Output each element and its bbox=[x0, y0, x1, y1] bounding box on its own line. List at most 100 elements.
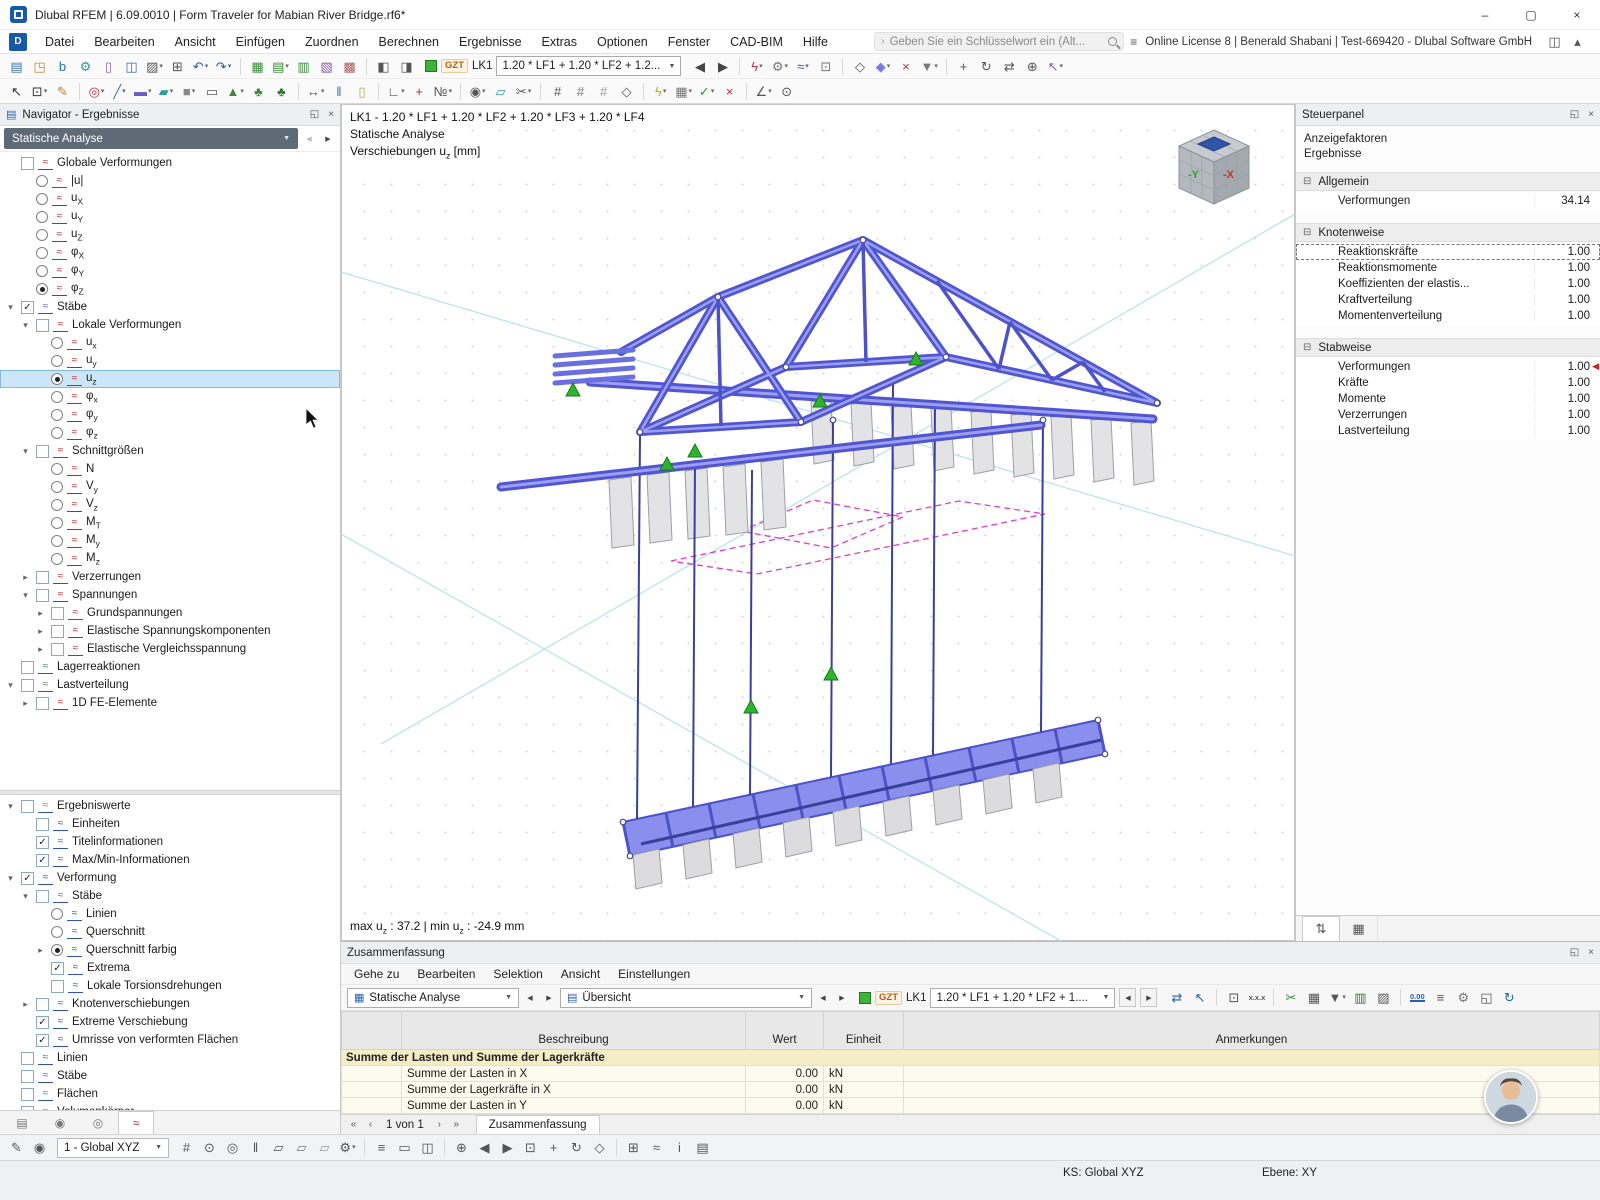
menu-fenster[interactable]: Fenster bbox=[659, 30, 719, 54]
cube-face-label-x[interactable]: -X bbox=[1223, 169, 1235, 181]
menu-zuordnen[interactable]: Zuordnen bbox=[296, 30, 368, 54]
tree-item-grundspannungen[interactable]: ▸ ≈ Grundspannungen bbox=[0, 604, 340, 622]
measure-icon[interactable]: ∠ ▾ bbox=[753, 81, 774, 102]
tree-item-stäbe[interactable]: ▾ ✓ ≈ Stäbe bbox=[0, 298, 340, 316]
search-icon[interactable] bbox=[1108, 37, 1118, 46]
chevron-down-icon[interactable]: ▾ bbox=[4, 801, 17, 812]
summary-table[interactable]: Beschreibung Wert Einheit Anmerkungen Summe… bbox=[341, 1011, 1600, 1114]
calculation-settings-icon[interactable]: ⚙ ▾ bbox=[769, 56, 790, 77]
dxf-underlay-icon[interactable]: ▭ bbox=[394, 1137, 415, 1158]
center-view-icon[interactable]: ⊕ bbox=[451, 1137, 472, 1158]
highlight-in-graphic-icon[interactable]: ↖ bbox=[1189, 987, 1210, 1008]
tree-item-u-y[interactable]: ≈ uY bbox=[0, 208, 340, 226]
maximize-button[interactable]: ▢ bbox=[1508, 0, 1554, 30]
checkbox[interactable] bbox=[51, 979, 64, 993]
zoom-window-icon[interactable]: ⊡ bbox=[520, 1137, 541, 1158]
snap-toggle-icon[interactable]: ⊙ bbox=[199, 1137, 220, 1158]
first-page-button[interactable]: « bbox=[346, 1119, 361, 1130]
float-panel-icon[interactable]: ◱ bbox=[1570, 109, 1579, 120]
generate-structure-icon[interactable]: ♣ bbox=[248, 81, 269, 102]
select-rectangle-icon[interactable]: ⊡ ▾ bbox=[29, 81, 50, 102]
tree-item-stäbe[interactable]: ≈ Stäbe bbox=[0, 1067, 340, 1085]
work-plane-yz-icon[interactable]: ▱ bbox=[314, 1137, 335, 1158]
factor-row-verzerrungen[interactable]: Verzerrungen 1.00 bbox=[1296, 407, 1600, 423]
next-view-button[interactable]: ▶ bbox=[834, 988, 850, 1008]
checkbox[interactable] bbox=[21, 660, 34, 674]
previous-analysis-button[interactable]: ◀ bbox=[301, 129, 317, 149]
menu-hilfe[interactable]: Hilfe bbox=[794, 30, 837, 54]
factor-row-verformungen[interactable]: Verformungen 34.14 bbox=[1296, 193, 1600, 209]
previous-loadcase-icon[interactable]: ◀ bbox=[689, 56, 710, 77]
view-isometric-icon[interactable]: ◇ bbox=[849, 56, 870, 77]
mesh-points-icon[interactable]: ⊞ bbox=[623, 1137, 644, 1158]
tree-item-m-y[interactable]: ≈ My bbox=[0, 532, 340, 550]
checkbox[interactable]: ✓ bbox=[51, 961, 64, 975]
checkbox[interactable] bbox=[51, 624, 64, 638]
checkbox[interactable] bbox=[36, 997, 49, 1011]
checkbox[interactable]: ✓ bbox=[36, 1033, 49, 1047]
close-button[interactable]: × bbox=[1554, 0, 1600, 30]
radio-button[interactable] bbox=[51, 517, 63, 529]
factor-value[interactable]: 1.00 bbox=[1534, 409, 1600, 421]
new-table-icon[interactable]: ▦ bbox=[247, 56, 268, 77]
table-manager-icon[interactable]: ▤ ▾ bbox=[270, 56, 291, 77]
rotate-view-icon[interactable]: ↻ bbox=[566, 1137, 587, 1158]
select-pointer-icon[interactable]: ↖ bbox=[6, 81, 27, 102]
table-row[interactable]: Summe der Lasten in X 0.00 kN bbox=[341, 1065, 1600, 1082]
loadcase-combobox[interactable]: 1.20 * LF1 + 1.20 * LF2 + 1.... ▼ bbox=[930, 987, 1116, 1008]
view-xz-icon[interactable]: # bbox=[570, 81, 591, 102]
factor-value[interactable]: 1.00 bbox=[1534, 425, 1600, 437]
result-digits-icon[interactable]: x.x.x bbox=[1246, 987, 1267, 1008]
online-services-icon[interactable]: ⚙ bbox=[75, 56, 96, 77]
result-values-icon[interactable]: ⊡ bbox=[815, 56, 836, 77]
radio-button[interactable] bbox=[51, 355, 63, 367]
tree-item-u-y[interactable]: ≈ uy bbox=[0, 352, 340, 370]
new-model-icon[interactable]: ▤ bbox=[6, 56, 27, 77]
summary-analysis-combobox[interactable]: ▦ Statische Analyse ▼ bbox=[347, 987, 519, 1008]
radio-button[interactable] bbox=[36, 283, 48, 295]
checkbox[interactable] bbox=[21, 799, 34, 813]
refresh-table-icon[interactable]: ↻ bbox=[1499, 987, 1520, 1008]
tree-item-knotenverschiebungen[interactable]: ▸ ≈ Knotenverschiebungen bbox=[0, 995, 340, 1013]
factor-row-kraftverteilung[interactable]: Kraftverteilung 1.00 bbox=[1296, 292, 1600, 308]
radio-button[interactable] bbox=[51, 409, 63, 421]
checkbox[interactable]: ✓ bbox=[36, 835, 49, 849]
table-row[interactable]: Summe der Lagerkräfte in X 0.00 kN bbox=[341, 1081, 1600, 1098]
tree-item-m-t[interactable]: ≈ MT bbox=[0, 514, 340, 532]
radio-button[interactable] bbox=[36, 247, 48, 259]
tree-item-z[interactable]: ≈ φZ bbox=[0, 280, 340, 298]
next-view-icon[interactable]: ▶ bbox=[497, 1137, 518, 1158]
table-section-row[interactable]: Summe der Lasten und Summe der Lagerkräf… bbox=[341, 1049, 1600, 1066]
tree-item-elastische-spannungskomponenten[interactable]: ▸ ≈ Elastische Spannungskomponenten bbox=[0, 622, 340, 640]
print-graphic-icon[interactable]: ▨ ▾ bbox=[144, 56, 165, 77]
chevron-down-icon[interactable]: ▾ bbox=[4, 302, 17, 313]
radio-button[interactable] bbox=[51, 373, 63, 385]
checkbox[interactable] bbox=[36, 570, 49, 584]
print-table-icon[interactable]: ▨ bbox=[1373, 987, 1394, 1008]
copy-object-icon[interactable]: ⊞ bbox=[167, 56, 188, 77]
insert-solid-icon[interactable]: ■ ▾ bbox=[179, 81, 200, 102]
table-columns-icon[interactable]: ▦ bbox=[1303, 987, 1324, 1008]
factor-value[interactable]: 1.00 bbox=[1534, 377, 1600, 389]
background-layers-icon[interactable]: ≡ bbox=[371, 1137, 392, 1158]
factor-value[interactable]: 1.00 bbox=[1534, 294, 1600, 306]
collapse-icon[interactable]: ⊟ bbox=[1303, 342, 1311, 353]
section-header[interactable]: ⊟ Allgemein bbox=[1296, 172, 1600, 191]
tree-item-x[interactable]: ≈ φX bbox=[0, 244, 340, 262]
chevron-right-icon[interactable]: ▸ bbox=[19, 698, 32, 709]
coordinate-system-icon[interactable]: ∟ ▾ bbox=[385, 81, 406, 102]
snap-settings-icon[interactable]: ⊙ bbox=[776, 81, 797, 102]
checkbox[interactable]: ✓ bbox=[36, 853, 49, 867]
checkbox[interactable] bbox=[51, 606, 64, 620]
coordinate-system-combobox[interactable]: 1 - Global XYZ ▼ bbox=[57, 1137, 169, 1158]
undo-icon[interactable]: ↶ ▾ bbox=[190, 56, 211, 77]
tree-item-v-y[interactable]: ≈ Vy bbox=[0, 478, 340, 496]
grid-toggle-icon[interactable]: # bbox=[176, 1137, 197, 1158]
checkbox[interactable] bbox=[36, 444, 49, 458]
table-settings-icon[interactable]: ⚙ bbox=[1453, 987, 1474, 1008]
nav-tab-results[interactable]: ≈ bbox=[118, 1111, 154, 1134]
chevron-right-icon[interactable]: ▸ bbox=[34, 945, 47, 956]
last-page-button[interactable]: » bbox=[449, 1119, 464, 1130]
tree-item-globale-verformungen[interactable]: ≈ Globale Verformungen bbox=[0, 154, 340, 172]
menu-ansicht[interactable]: Ansicht bbox=[166, 30, 225, 54]
